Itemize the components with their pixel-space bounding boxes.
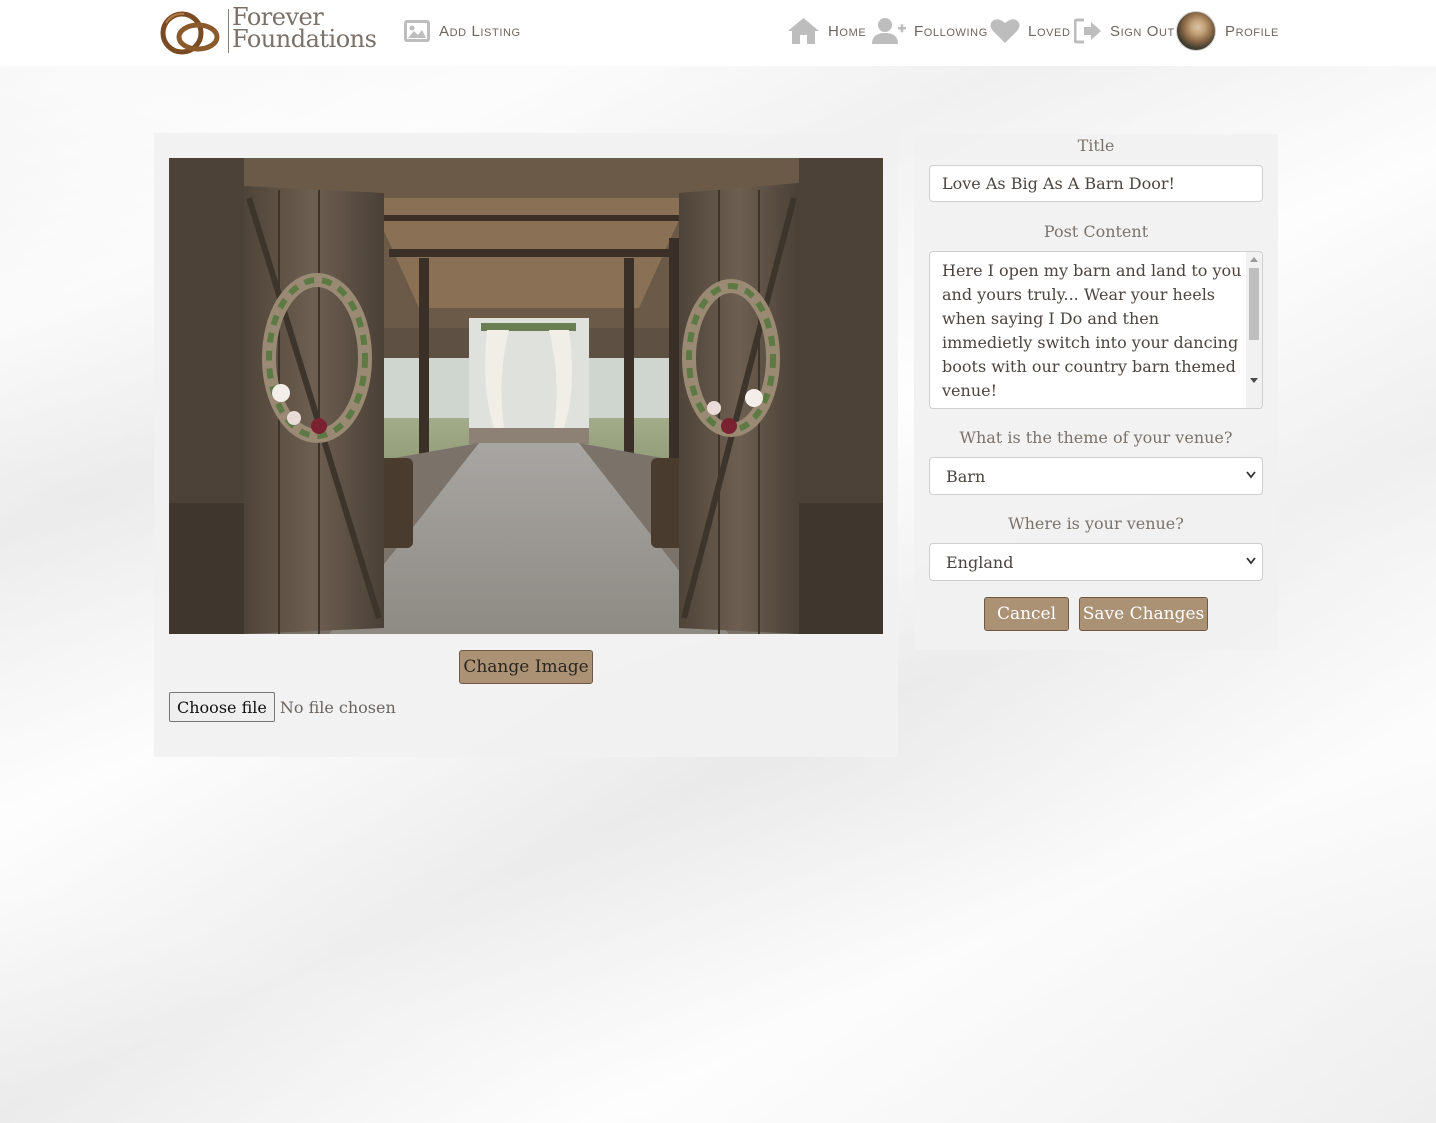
cancel-button[interactable]: Cancel [984,597,1069,631]
title-input[interactable]: Love As Big As A Barn Door! [929,165,1263,202]
file-picker: Choose file No file chosen [169,692,396,722]
theme-select[interactable]: Barn [929,457,1263,495]
post-content-textarea[interactable]: Here I open my barn and land to you and … [929,251,1263,409]
nav-home-label: Home [828,22,867,40]
scroll-up-icon[interactable] [1250,257,1258,262]
nav-following[interactable]: Following [872,16,988,46]
location-label: Where is your venue? [1008,514,1184,533]
ring-logo-icon [160,11,220,55]
post-content-label: Post Content [1043,222,1149,241]
nav-home[interactable]: Home [787,16,866,46]
title-label: Title [1077,136,1115,155]
nav-add-listing-label: Add Listing [439,22,521,40]
nav-profile[interactable]: Profile [1176,11,1279,51]
home-icon [788,18,819,44]
add-user-icon [872,18,906,44]
nav-add-listing[interactable]: Add Listing [403,16,521,46]
location-select[interactable]: England [929,543,1263,581]
scroll-down-icon[interactable] [1250,378,1258,383]
nav-profile-label: Profile [1225,22,1279,40]
brand-name: Forever Foundations [232,5,377,53]
brand-line-2: Foundations [232,25,377,53]
location-select-value: England [946,552,1014,572]
save-changes-button[interactable]: Save Changes [1079,597,1208,631]
nav-sign-out[interactable]: Sign Out [1074,16,1175,46]
nav-loved[interactable]: Loved [990,16,1071,46]
nav-sign-out-label: Sign Out [1110,22,1175,40]
choose-file-button[interactable]: Choose file [169,692,275,722]
edit-listing-form: Title Love As Big As A Barn Door! Post C… [914,134,1278,650]
textarea-scrollbar[interactable] [1246,252,1262,408]
theme-label: What is the theme of your venue? [959,428,1233,447]
change-image-button[interactable]: Change Image [459,650,593,684]
file-status-text: No file chosen [279,697,396,717]
nav-following-label: Following [914,22,988,40]
logo-divider [228,9,229,53]
post-content-text: Here I open my barn and land to you and … [942,261,1242,400]
theme-select-value: Barn [946,466,986,486]
top-navbar: Forever Foundations Add Listing Home Fol… [0,0,1436,66]
chevron-down-icon [1246,557,1256,565]
avatar [1176,11,1216,51]
sign-out-icon [1074,18,1101,44]
venue-photo [169,158,883,634]
nav-loved-label: Loved [1028,22,1071,40]
brand-logo[interactable]: Forever Foundations [160,5,382,56]
scroll-thumb[interactable] [1249,268,1259,340]
image-icon [404,20,430,42]
heart-icon [990,19,1020,43]
image-panel: Change Image Choose file No file chosen [154,133,898,757]
chevron-down-icon [1246,471,1256,479]
